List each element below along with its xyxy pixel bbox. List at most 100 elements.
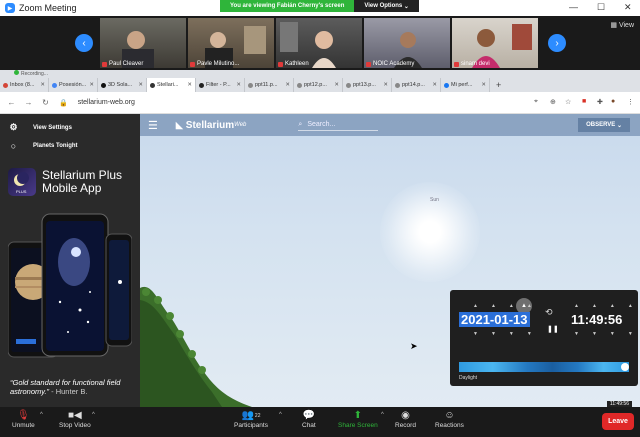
participant-tile[interactable]: sinam devi: [452, 18, 538, 68]
view-settings-item[interactable]: ⚙ View Settings: [8, 122, 71, 133]
planets-tonight-item[interactable]: ○ Planets Tonight: [8, 140, 78, 151]
browser-tab[interactable]: ppt12.p... ✕: [294, 78, 343, 92]
browser-tab[interactable]: 3D Sola... ✕: [98, 78, 147, 92]
participant-tile[interactable]: Paul Cleaver: [100, 18, 186, 68]
time-of-day-slider[interactable]: [459, 362, 629, 372]
time-increment-arrows[interactable]: ▲▲▲▲: [574, 303, 640, 309]
stop-video-label: Stop Video: [59, 422, 91, 429]
recording-label: Recording...: [21, 71, 48, 77]
close-icon[interactable]: ✕: [624, 2, 632, 13]
stellarium-sidebar: ⚙ View Settings ○ Planets Tonight PLUS S…: [0, 114, 140, 407]
browser-tab-active[interactable]: Stellari... ✕: [147, 78, 196, 92]
participant-tile[interactable]: Pavle Milutino...: [188, 18, 274, 68]
time-field[interactable]: 11:49:56: [571, 312, 622, 327]
reload-icon[interactable]: ↻: [40, 98, 51, 107]
tab-label: ppt13.p...: [353, 82, 376, 88]
telescope-icon: ◣: [175, 119, 183, 130]
mobile-app-promo[interactable]: PLUS Stellarium Plus Mobile App: [8, 168, 122, 196]
gallery-next-button[interactable]: ›: [548, 34, 566, 52]
video-camera-icon: ■◀: [67, 410, 82, 421]
pause-icon[interactable]: ❚❚: [547, 325, 559, 333]
bookmark-star-icon[interactable]: ☆: [565, 98, 571, 106]
slider-knob[interactable]: [621, 363, 629, 371]
menu-icon[interactable]: ☰: [148, 119, 158, 132]
participant-gallery: ‹ Paul Cleaver Pavle Milutino... Kathlee…: [0, 16, 640, 70]
tab-close-icon[interactable]: ✕: [432, 82, 437, 88]
back-icon[interactable]: ←: [6, 98, 17, 107]
gallery-prev-button[interactable]: ‹: [75, 34, 93, 52]
date-field[interactable]: 2021-01-13: [459, 312, 530, 327]
view-options-label: View Options: [364, 3, 403, 9]
search-field[interactable]: ⌕ Search...: [298, 119, 379, 131]
browser-tab[interactable]: Mi perf... ✕: [441, 78, 490, 92]
reset-time-icon[interactable]: ⟲: [545, 307, 553, 318]
video-options-caret[interactable]: ^: [92, 412, 95, 418]
date-increment-arrows[interactable]: ▲▲▲▲: [473, 303, 545, 309]
pdf-extension-icon[interactable]: ■: [582, 98, 586, 105]
leave-button[interactable]: Leave: [602, 413, 634, 430]
sky-view[interactable]: Sun ☰ ◣ Stellarium Web ⌕ Search... OBSER…: [140, 114, 640, 407]
browser-menu-icon[interactable]: ⋮: [627, 98, 634, 106]
tab-close-icon[interactable]: ✕: [285, 82, 290, 88]
brand-sup: Web: [234, 122, 247, 128]
view-options-button[interactable]: View Options ⌄: [354, 0, 419, 12]
participant-tile[interactable]: Kathleen: [276, 18, 362, 68]
participant-name-label: Pavle Milutino...: [197, 61, 240, 67]
observe-button[interactable]: OBSERVE ⌄: [578, 118, 630, 132]
minimize-icon[interactable]: —: [569, 2, 578, 12]
share-screen-button[interactable]: ⬆ Share Screen: [338, 409, 378, 429]
lock-icon[interactable]: 🔒: [59, 99, 68, 107]
participants-button[interactable]: 👥 22 Participants: [234, 409, 268, 429]
browser-window: Recording... Inbox (8... ✕ Posesión... ✕ 3…: [0, 70, 640, 407]
zoom-page-icon[interactable]: ⊕: [550, 98, 556, 106]
browser-tab[interactable]: Inbox (8... ✕: [0, 78, 49, 92]
participant-tile[interactable]: NOIC Academy: [364, 18, 450, 68]
muted-mic-icon: [454, 61, 459, 67]
forward-icon[interactable]: →: [23, 98, 34, 107]
browser-tab[interactable]: Posesión... ✕: [49, 78, 98, 92]
stellarium-tab-icon: [150, 82, 155, 88]
tab-close-icon[interactable]: ✕: [187, 82, 192, 88]
share-screen-label: Share Screen: [338, 422, 378, 429]
view-button[interactable]: ▦ View: [610, 21, 634, 29]
tab-close-icon[interactable]: ✕: [89, 82, 94, 88]
chat-button[interactable]: 💬 Chat: [302, 409, 316, 429]
tab-close-icon[interactable]: ✕: [138, 82, 143, 88]
maximize-icon[interactable]: ☐: [597, 2, 605, 13]
reactions-button[interactable]: ☺ Reactions: [435, 409, 464, 429]
unmute-button[interactable]: 🎙 Unmute: [12, 409, 35, 429]
location-icon[interactable]: ⌖: [534, 98, 538, 106]
audio-options-caret[interactable]: ^: [40, 412, 43, 418]
grid-icon: ▦: [610, 22, 617, 29]
stop-video-button[interactable]: ■◀ Stop Video: [59, 409, 91, 429]
participants-options-caret[interactable]: ^: [279, 412, 282, 418]
url-field[interactable]: stellarium-web.org: [78, 99, 135, 106]
chat-label: Chat: [302, 422, 316, 429]
profile-avatar[interactable]: ●: [611, 98, 615, 105]
tab-close-icon[interactable]: ✕: [236, 82, 241, 88]
tab-close-icon[interactable]: ✕: [383, 82, 388, 88]
tab-label: Mi perf...: [451, 82, 473, 88]
time-decrement-arrows[interactable]: ▼▼▼▼: [574, 331, 640, 337]
share-options-caret[interactable]: ^: [381, 412, 384, 418]
tab-label: ppt12.p...: [304, 82, 327, 88]
record-button[interactable]: ◉ Record: [395, 409, 416, 429]
recording-dot-icon: [14, 70, 19, 75]
browser-tab[interactable]: Filter - P... ✕: [196, 78, 245, 92]
browser-tab[interactable]: ppt13.p... ✕: [343, 78, 392, 92]
browser-tab[interactable]: ppt14.p... ✕: [392, 78, 441, 92]
date-decrement-arrows[interactable]: ▼▼▼▼: [473, 331, 545, 337]
muted-mic-icon: [366, 61, 371, 67]
tab-label: ppt11.p...: [255, 82, 278, 88]
tab-close-icon[interactable]: ✕: [481, 82, 486, 88]
promo-quote: “Gold standard for functional field astr…: [10, 378, 134, 396]
browser-tab[interactable]: ppt11.p... ✕: [245, 78, 294, 92]
screen: ▶ Zoom Meeting — ☐ ✕ You are viewing Fab…: [0, 0, 640, 437]
new-tab-button[interactable]: +: [496, 80, 501, 90]
tab-close-icon[interactable]: ✕: [334, 82, 339, 88]
extensions-icon[interactable]: ✚: [597, 98, 603, 106]
participants-label: Participants: [234, 422, 268, 429]
tab-close-icon[interactable]: ✕: [40, 82, 45, 88]
participant-name: Paul Cleaver: [102, 61, 143, 67]
stellarium-brand[interactable]: ◣ Stellarium Web: [176, 120, 247, 131]
